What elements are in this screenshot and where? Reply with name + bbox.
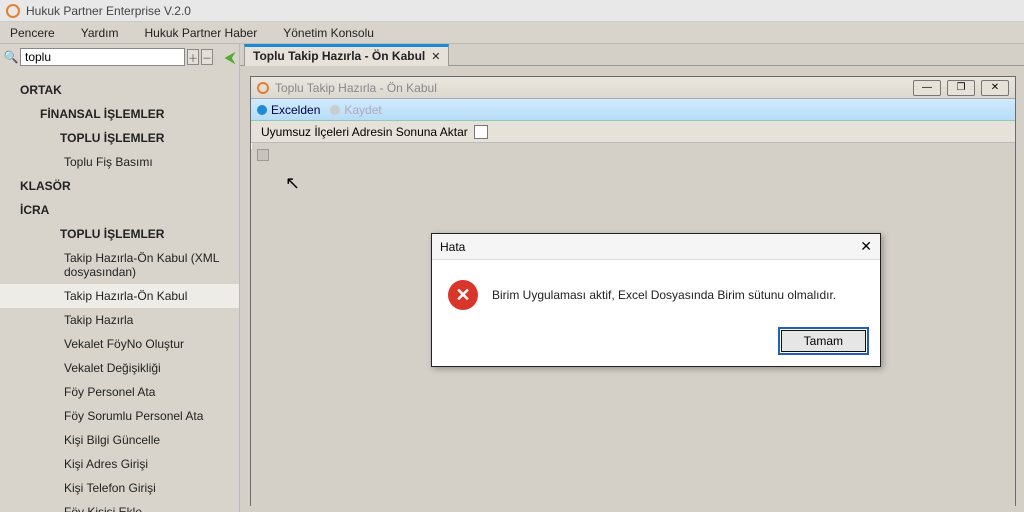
cursor-icon: ↖ bbox=[285, 173, 300, 194]
nav-ortak[interactable]: ORTAK bbox=[0, 78, 239, 102]
nav-foy-personel[interactable]: Föy Personel Ata bbox=[0, 380, 239, 404]
window-controls: — ❐ ✕ bbox=[913, 80, 1009, 96]
nav-finansal[interactable]: FİNANSAL İŞLEMLER bbox=[0, 102, 239, 126]
blue-dot-icon bbox=[257, 105, 267, 115]
inner-logo-icon bbox=[257, 82, 269, 94]
app-titlebar: Hukuk Partner Enterprise V.2.0 bbox=[0, 0, 1024, 22]
gray-dot-icon bbox=[330, 105, 340, 115]
main-area: 🔍 ＋ － ⮜ ORTAK FİNANSAL İŞLEMLER TOPLU İŞ… bbox=[0, 44, 1024, 512]
expand-button[interactable]: ＋ bbox=[187, 49, 199, 65]
menu-yardim[interactable]: Yardım bbox=[81, 26, 119, 40]
nav-vekalet-deg[interactable]: Vekalet Değişikliği bbox=[0, 356, 239, 380]
menu-konsol[interactable]: Yönetim Konsolu bbox=[283, 26, 374, 40]
tab-onkabul[interactable]: Toplu Takip Hazırla - Ön Kabul ✕ bbox=[244, 44, 449, 66]
dialog-body: ✕ Birim Uygulaması aktif, Excel Dosyasın… bbox=[432, 260, 880, 320]
excelden-label: Excelden bbox=[271, 103, 320, 117]
options-row: Uyumsuz İlçeleri Adresin Sonuna Aktar bbox=[251, 121, 1015, 143]
collapse-button[interactable]: － bbox=[201, 49, 213, 65]
nav-onkabul[interactable]: Takip Hazırla-Ön Kabul bbox=[0, 284, 239, 308]
nav-klasor[interactable]: KLASÖR bbox=[0, 174, 239, 198]
nav-toplu1[interactable]: TOPLU İŞLEMLER bbox=[0, 126, 239, 150]
minimize-button[interactable]: — bbox=[913, 80, 941, 96]
close-window-button[interactable]: ✕ bbox=[981, 80, 1009, 96]
inner-titlebar: Toplu Takip Hazırla - Ön Kabul — ❐ ✕ bbox=[251, 77, 1015, 99]
right-panel: Toplu Takip Hazırla - Ön Kabul ✕ Toplu T… bbox=[240, 44, 1024, 512]
dialog-ok-button[interactable]: Tamam bbox=[781, 330, 866, 352]
dialog-message: Birim Uygulaması aktif, Excel Dosyasında… bbox=[492, 288, 836, 302]
maximize-button[interactable]: ❐ bbox=[947, 80, 975, 96]
search-icon: 🔍 bbox=[4, 50, 18, 64]
dialog-footer: Tamam bbox=[432, 320, 880, 366]
aktar-label: Uyumsuz İlçeleri Adresin Sonuna Aktar bbox=[261, 125, 468, 139]
nav-toplu-fis[interactable]: Toplu Fiş Basımı bbox=[0, 150, 239, 174]
nav-kisi-tel[interactable]: Kişi Telefon Girişi bbox=[0, 476, 239, 500]
left-panel: 🔍 ＋ － ⮜ ORTAK FİNANSAL İŞLEMLER TOPLU İŞ… bbox=[0, 44, 240, 512]
excelden-button[interactable]: Excelden bbox=[257, 103, 320, 117]
scroll-stub bbox=[257, 149, 269, 161]
kaydet-button[interactable]: Kaydet bbox=[330, 103, 381, 117]
nav-xml[interactable]: Takip Hazırla-Ön Kabul (XML dosyasından) bbox=[0, 246, 239, 284]
search-row: 🔍 ＋ － ⮜ bbox=[0, 44, 239, 70]
inner-window: Toplu Takip Hazırla - Ön Kabul — ❐ ✕ Exc… bbox=[250, 76, 1016, 506]
search-input[interactable] bbox=[20, 48, 185, 66]
nav-icra[interactable]: İCRA bbox=[0, 198, 239, 222]
nav-toplu2[interactable]: TOPLU İŞLEMLER bbox=[0, 222, 239, 246]
inner-toolbar: Excelden Kaydet bbox=[251, 99, 1015, 121]
dialog-title: Hata bbox=[440, 240, 860, 254]
nav-foy-sorumlu[interactable]: Föy Sorumlu Personel Ata bbox=[0, 404, 239, 428]
menubar: Pencere Yardım Hukuk Partner Haber Yönet… bbox=[0, 22, 1024, 44]
aktar-checkbox[interactable] bbox=[474, 125, 488, 139]
menu-haber[interactable]: Hukuk Partner Haber bbox=[145, 26, 258, 40]
dialog-close-icon[interactable]: ✕ bbox=[860, 238, 872, 255]
nav-kisi-adres[interactable]: Kişi Adres Girişi bbox=[0, 452, 239, 476]
menu-pencere[interactable]: Pencere bbox=[10, 26, 55, 40]
dialog-titlebar: Hata ✕ bbox=[432, 234, 880, 260]
nav-tree: ORTAK FİNANSAL İŞLEMLER TOPLU İŞLEMLER T… bbox=[0, 70, 239, 512]
error-icon: ✕ bbox=[448, 280, 478, 310]
app-logo-icon bbox=[6, 4, 20, 18]
kaydet-label: Kaydet bbox=[344, 103, 381, 117]
tabbar: Toplu Takip Hazırla - Ön Kabul ✕ bbox=[240, 44, 1024, 66]
tab-label: Toplu Takip Hazırla - Ön Kabul bbox=[253, 49, 425, 63]
nav-kisi-bilgi[interactable]: Kişi Bilgi Güncelle bbox=[0, 428, 239, 452]
inner-body: ↖ Hata ✕ ✕ Birim Uygulaması aktif, Excel… bbox=[251, 149, 1015, 511]
error-dialog: Hata ✕ ✕ Birim Uygulaması aktif, Excel D… bbox=[431, 233, 881, 367]
back-arrow-icon[interactable]: ⮜ bbox=[225, 48, 235, 66]
tab-close-icon[interactable]: ✕ bbox=[431, 50, 440, 63]
nav-vekalet-foyno[interactable]: Vekalet FöyNo Oluştur bbox=[0, 332, 239, 356]
inner-title-text: Toplu Takip Hazırla - Ön Kabul bbox=[275, 81, 913, 95]
nav-foy-kisi[interactable]: Föy Kişisi Ekle bbox=[0, 500, 239, 512]
nav-takip[interactable]: Takip Hazırla bbox=[0, 308, 239, 332]
app-title: Hukuk Partner Enterprise V.2.0 bbox=[26, 4, 191, 18]
